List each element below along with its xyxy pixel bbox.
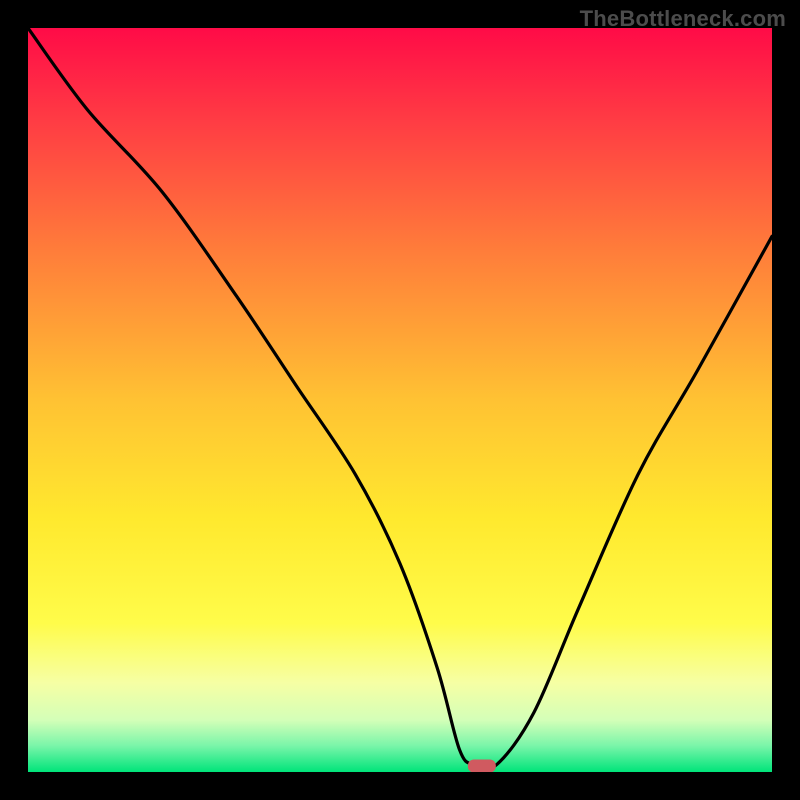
optimal-marker bbox=[468, 760, 496, 772]
plot-area bbox=[28, 28, 772, 772]
gradient-background bbox=[28, 28, 772, 772]
chart-frame: TheBottleneck.com bbox=[0, 0, 800, 800]
bottleneck-chart bbox=[28, 28, 772, 772]
